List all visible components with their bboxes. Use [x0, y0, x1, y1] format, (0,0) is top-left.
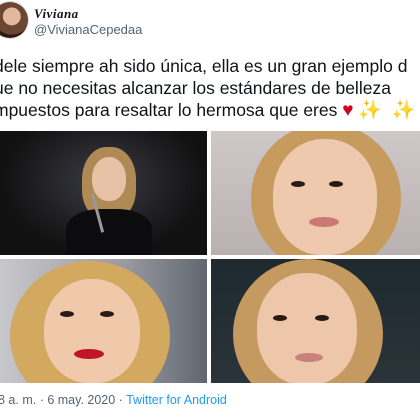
eye-shape — [291, 181, 305, 187]
display-name[interactable]: Viviana — [34, 6, 79, 22]
lips-shape — [309, 217, 339, 227]
avatar[interactable] — [0, 2, 28, 38]
separator-dot: · — [115, 393, 127, 407]
tweet-header: Viviana @VivianaCepedaa — [0, 0, 420, 46]
dress-shape — [66, 209, 152, 255]
user-handle[interactable]: @VivianaCepedaa — [34, 22, 142, 37]
photo-closeup-1[interactable] — [211, 131, 420, 255]
separator-dot: · — [36, 393, 48, 407]
tweet-date[interactable]: 6 may. 2020 — [47, 393, 115, 407]
heart-emoji-icon: ♥ — [342, 100, 354, 121]
face-shape — [257, 273, 357, 383]
sparkles-emoji-icon: ✨ — [358, 100, 383, 121]
media-grid — [0, 131, 420, 383]
eye-shape — [329, 181, 343, 187]
photo-closeup-2[interactable] — [0, 259, 207, 383]
eye-shape — [273, 315, 287, 321]
face-shape — [44, 279, 140, 383]
tweet-text-line-1: dele siempre ah sido única, ella es un g… — [0, 56, 408, 76]
tweet-timestamp: 8 a. m. · 6 may. 2020 · Twitter for Andr… — [0, 393, 227, 407]
eye-shape — [60, 311, 74, 317]
photo-closeup-3[interactable] — [211, 259, 420, 383]
tweet-text-line-2: ue no necesitas alcanzar los estándares … — [0, 78, 391, 98]
source-app-link[interactable]: Twitter for Android — [126, 393, 227, 407]
photo-on-stage[interactable] — [0, 131, 207, 255]
sparkles-emoji-icon-2: ✨ — [391, 100, 416, 121]
lips-shape — [74, 349, 104, 359]
lips-shape — [295, 353, 323, 362]
tweet-text-line-3: mpuestos para resaltar lo hermosa que er… — [0, 99, 420, 121]
eye-shape — [100, 311, 114, 317]
eye-shape — [315, 315, 329, 321]
tweet-text-line-3-text: mpuestos para resaltar lo hermosa que er… — [0, 100, 338, 120]
face-shape — [92, 157, 126, 201]
tweet-time[interactable]: 8 a. m. — [0, 393, 36, 407]
tweet-text: dele siempre ah sido única, ella es un g… — [0, 55, 420, 121]
face-shape — [273, 139, 377, 255]
